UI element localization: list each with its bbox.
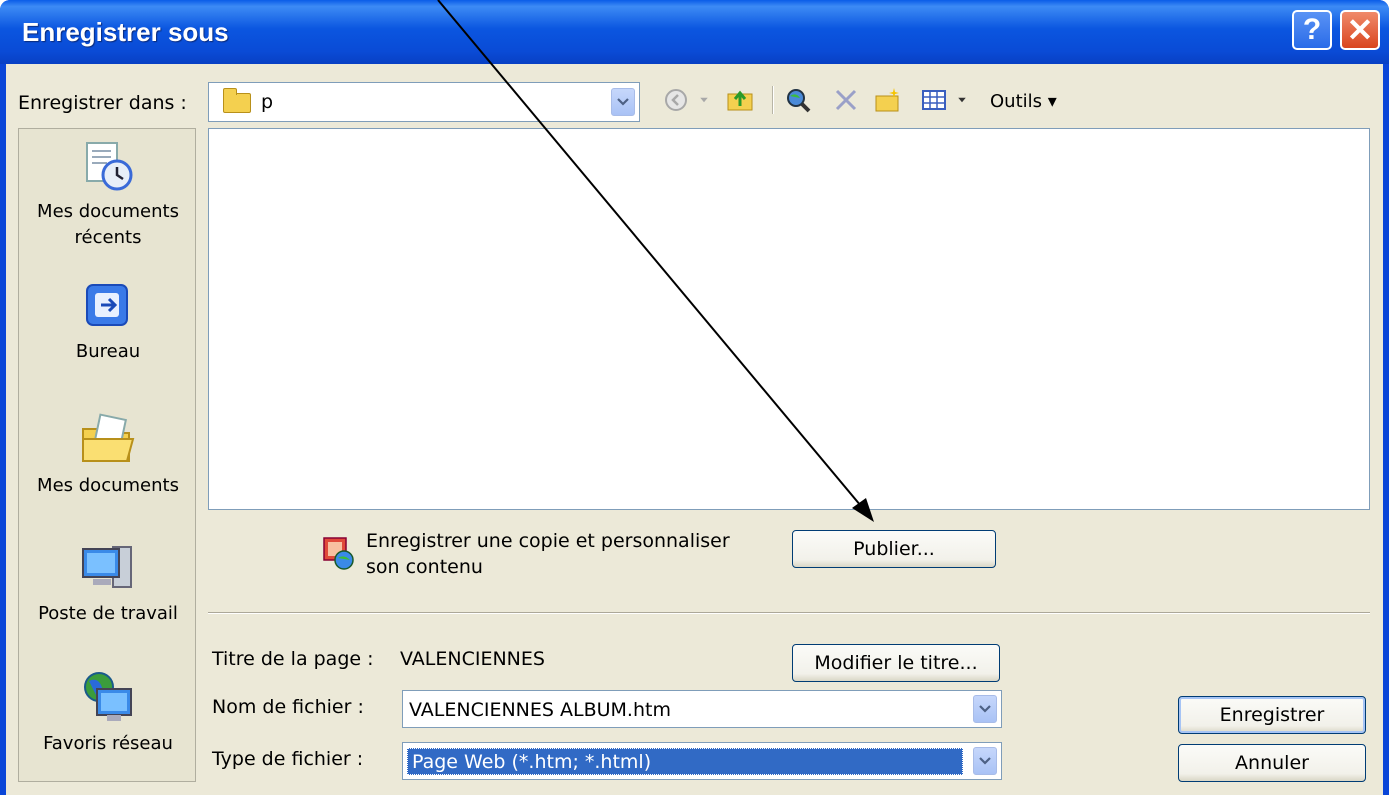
folder-icon (223, 88, 251, 113)
chevron-down-icon[interactable] (611, 88, 635, 116)
page-title-value: VALENCIENNES (400, 648, 545, 670)
place-network-places[interactable]: Favoris réseau (19, 669, 197, 757)
place-label: Mes documents (37, 475, 179, 496)
toolbar-separator (772, 86, 774, 114)
title-bar[interactable]: Enregistrer sous ? ✕ (0, 0, 1389, 64)
save-in-label: Enregistrer dans : (18, 92, 187, 114)
publish-button[interactable]: Publier... (792, 530, 996, 568)
modify-title-button[interactable]: Modifier le titre... (792, 644, 1000, 682)
publish-icon (323, 537, 354, 570)
my-documents-icon (82, 413, 135, 462)
place-recent-documents[interactable]: Mes documents récents (19, 137, 197, 251)
filename-label: Nom de fichier : (212, 696, 364, 718)
desktop-icon (86, 284, 128, 326)
up-folder-icon[interactable] (724, 84, 756, 116)
place-desktop[interactable]: Bureau (19, 277, 197, 365)
filename-input[interactable]: VALENCIENNES ALBUM.htm (409, 699, 671, 721)
filetype-selected-value: Page Web (*.htm; *.html) (407, 748, 963, 775)
save-button[interactable]: Enregistrer (1178, 696, 1366, 734)
place-label: Poste de travail (38, 603, 178, 624)
cancel-button[interactable]: Annuler (1178, 744, 1366, 782)
delete-icon[interactable] (830, 84, 862, 116)
filename-combobox[interactable]: VALENCIENNES ALBUM.htm (402, 690, 1002, 728)
place-my-documents[interactable]: Mes documents (19, 411, 197, 499)
help-button[interactable]: ? (1292, 10, 1332, 50)
back-dropdown-icon[interactable] (696, 84, 712, 116)
views-dropdown-icon[interactable] (954, 84, 970, 116)
place-label: Mes documents récents (37, 201, 179, 248)
network-places-icon (84, 672, 132, 721)
publish-description: Enregistrer une copie et personnaliser s… (366, 528, 730, 580)
place-my-computer[interactable]: Poste de travail (19, 539, 197, 627)
recent-documents-icon (86, 142, 133, 191)
current-folder-name: p (261, 91, 274, 113)
place-label: Favoris réseau (43, 733, 173, 754)
place-label: Bureau (75, 341, 141, 362)
views-icon[interactable] (918, 84, 950, 116)
publish-description-line: son contenu (366, 556, 483, 578)
chevron-down-icon[interactable] (973, 747, 997, 775)
file-list-view[interactable] (208, 128, 1370, 510)
back-icon[interactable] (660, 84, 692, 116)
dialog-title: Enregistrer sous (22, 17, 229, 47)
chevron-down-icon[interactable] (973, 695, 997, 723)
new-folder-icon[interactable] (872, 84, 904, 116)
filetype-label: Type de fichier : (212, 748, 364, 770)
save-in-combobox[interactable]: p (208, 82, 640, 122)
search-web-icon[interactable] (782, 84, 814, 116)
filetype-select[interactable]: Page Web (*.htm; *.html) (402, 742, 1002, 780)
page-title-label: Titre de la page : (212, 648, 374, 670)
tools-menu[interactable]: Outils ▾ (990, 91, 1057, 112)
close-button[interactable]: ✕ (1340, 10, 1380, 50)
places-bar: Mes documents récents Bureau Mes documen… (18, 128, 196, 782)
publish-description-line: Enregistrer une copie et personnaliser (366, 530, 730, 552)
section-divider (208, 612, 1370, 614)
my-computer-icon (82, 546, 132, 588)
